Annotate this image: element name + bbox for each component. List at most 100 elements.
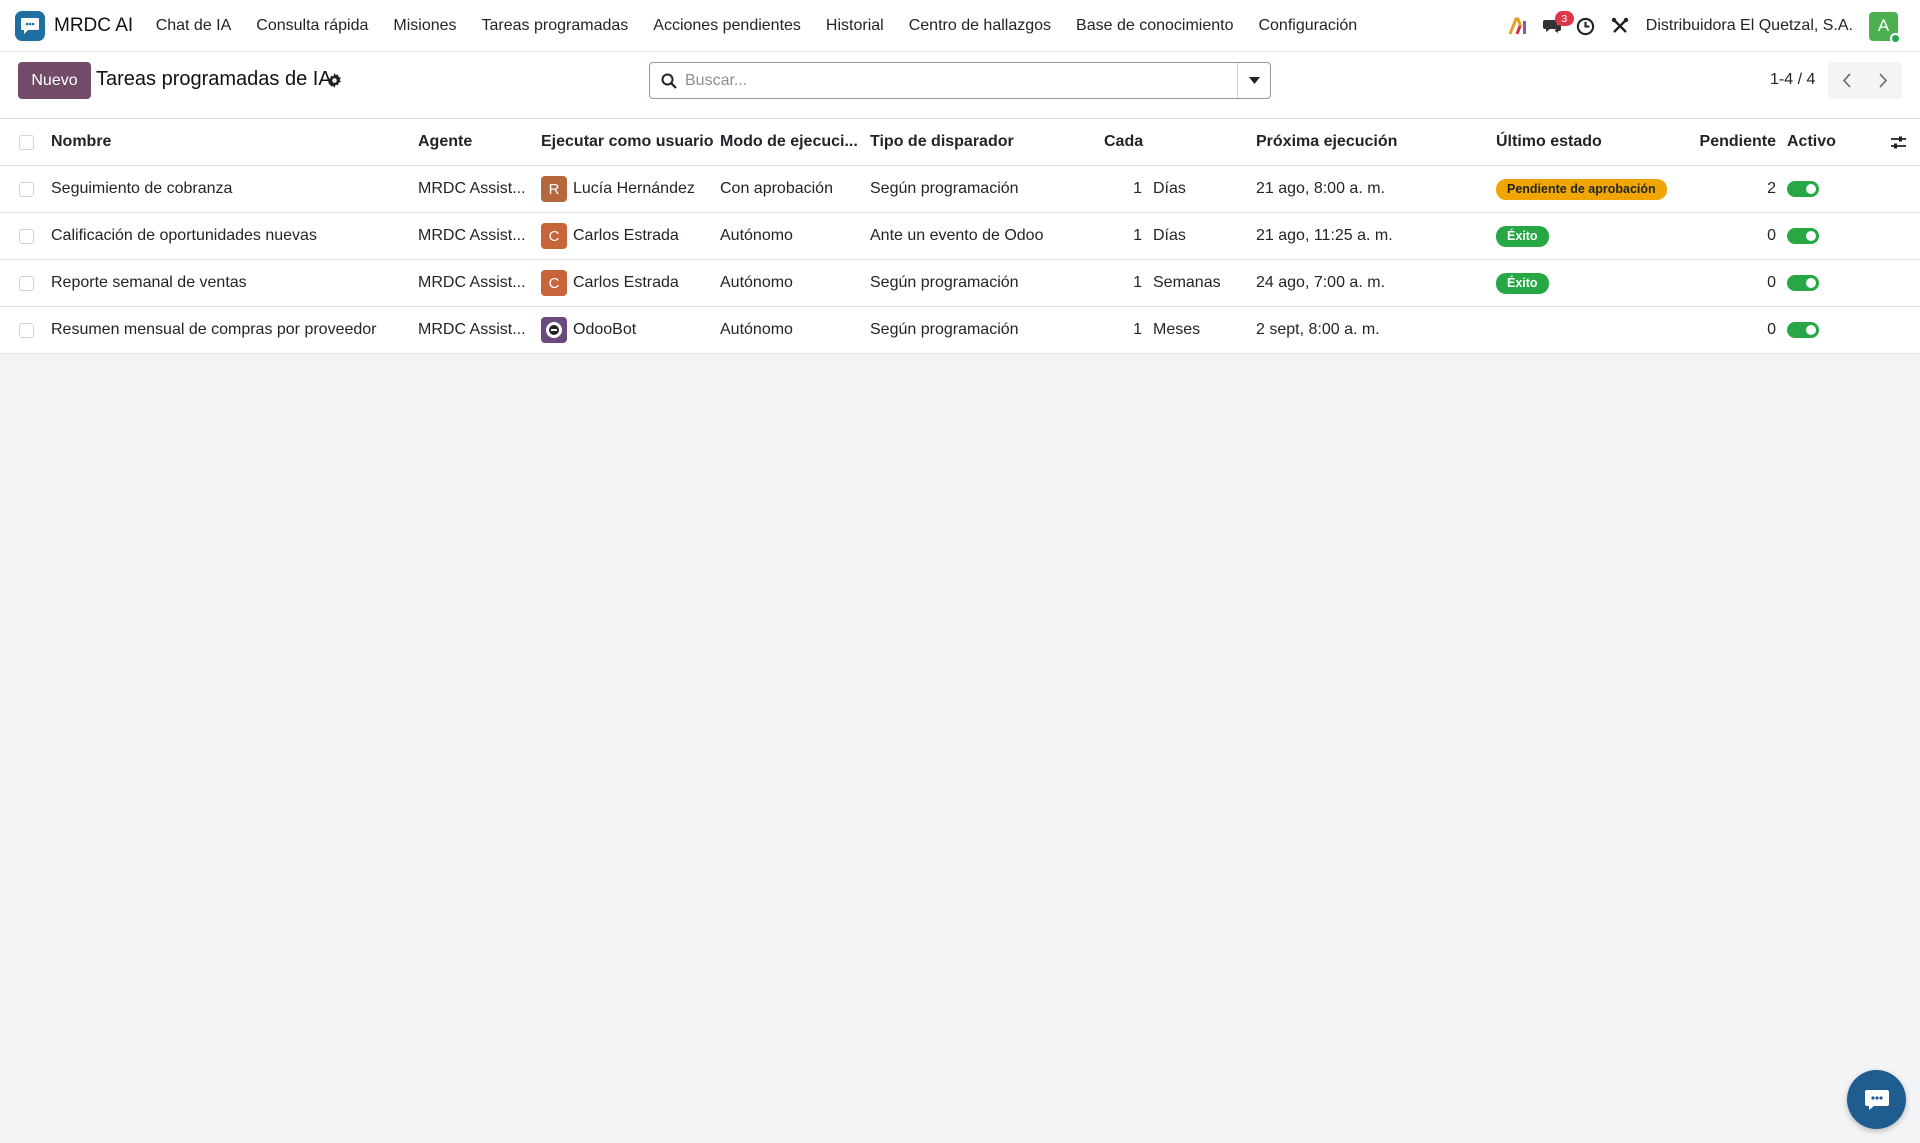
active-cell	[1787, 166, 1837, 212]
agent-name: MRDC Assist...	[418, 321, 526, 338]
row-checkbox[interactable]	[19, 276, 34, 291]
next-run: 24 ago, 7:00 a. m.	[1256, 274, 1385, 291]
task-name[interactable]: Calificación de oportunidades nuevas	[51, 213, 411, 259]
search-bar	[649, 62, 1271, 99]
menu-item-chat-ia[interactable]: Chat de IA	[143, 17, 244, 35]
column-header-run-as[interactable]: Ejecutar como usuario	[541, 119, 713, 165]
last-status-cell: Éxito	[1496, 260, 1686, 306]
user-avatar[interactable]: A	[1869, 11, 1901, 44]
last-status-cell: Pendiente de aprobación	[1496, 166, 1686, 212]
table-row[interactable]: Seguimiento de cobranza MRDC Assist... R…	[0, 166, 1920, 213]
chat-icon[interactable]: 3	[1535, 0, 1574, 52]
status-badge: Éxito	[1496, 272, 1549, 294]
interval-unit: Semanas	[1153, 274, 1221, 291]
agent-cell: MRDC Assist...	[418, 166, 533, 212]
table-row[interactable]: Reporte semanal de ventas MRDC Assist...…	[0, 260, 1920, 307]
pager-value[interactable]: 1-4 / 4	[1770, 71, 1815, 89]
app-logo-icon[interactable]	[15, 10, 45, 41]
next-run: 2 sept, 8:00 a. m.	[1256, 321, 1380, 338]
column-header-every[interactable]: Cada	[1104, 119, 1194, 165]
column-header-pending[interactable]: Pendiente	[1690, 119, 1776, 165]
row-checkbox[interactable]	[19, 229, 34, 244]
systray: 3 Distribuidora El Quetzal, S.A. A	[1501, 0, 1920, 52]
run-as-user-cell[interactable]: C Carlos Estrada	[541, 213, 713, 259]
menu-item-consulta-rapida[interactable]: Consulta rápida	[244, 17, 381, 35]
menu-item-centro-hallazgos[interactable]: Centro de hallazgos	[896, 17, 1063, 35]
agent-cell: MRDC Assist...	[418, 213, 533, 259]
menu-item-configuracion[interactable]: Configuración	[1246, 17, 1370, 35]
active-toggle[interactable]	[1787, 275, 1819, 291]
column-header-mode[interactable]: Modo de ejecuci...	[720, 119, 865, 165]
last-status-cell	[1496, 307, 1686, 353]
optional-columns-icon[interactable]	[1890, 119, 1910, 165]
table-row[interactable]: Calificación de oportunidades nuevas MRD…	[0, 213, 1920, 260]
execution-mode: Con aprobación	[720, 180, 833, 197]
status-badge: Éxito	[1496, 225, 1549, 247]
active-toggle[interactable]	[1787, 228, 1819, 244]
clock-icon[interactable]	[1569, 0, 1603, 52]
chevron-right-icon	[1879, 73, 1888, 88]
column-header-active[interactable]: Activo	[1787, 119, 1867, 165]
run-as-user-cell[interactable]: C Carlos Estrada	[541, 260, 713, 306]
menu-item-acciones-pendientes[interactable]: Acciones pendientes	[641, 17, 814, 35]
row-checkbox[interactable]	[19, 323, 34, 338]
agent-cell: MRDC Assist...	[418, 260, 533, 306]
pending-count: 2	[1767, 180, 1776, 197]
user-avatar: C	[541, 270, 567, 296]
run-as-user-cell[interactable]: OdooBot	[541, 307, 713, 353]
select-all-checkbox[interactable]	[19, 135, 34, 150]
status-badge: Pendiente de aprobación	[1496, 178, 1667, 200]
pager-next-button[interactable]	[1865, 62, 1902, 99]
menu-item-tareas-programadas[interactable]: Tareas programadas	[469, 17, 641, 35]
list-view: Nombre Agente Ejecutar como usuario Modo…	[0, 118, 1920, 354]
agent-cell: MRDC Assist...	[418, 307, 533, 353]
active-cell	[1787, 307, 1837, 353]
gear-icon[interactable]	[327, 73, 342, 93]
trigger-type: Según programación	[870, 180, 1019, 197]
menu-item-historial[interactable]: Historial	[813, 17, 896, 35]
task-name[interactable]: Resumen mensual de compras por proveedor	[51, 307, 411, 353]
page-title: Tareas programadas de IA	[96, 68, 332, 90]
column-header-trigger[interactable]: Tipo de disparador	[870, 119, 1090, 165]
user-avatar-initial: A	[1877, 16, 1890, 35]
ai-icon[interactable]	[1501, 0, 1535, 52]
company-switcher[interactable]: Distribuidora El Quetzal, S.A.	[1646, 17, 1853, 35]
search-input[interactable]	[685, 71, 1225, 90]
active-cell	[1787, 213, 1837, 259]
chevron-left-icon	[1842, 73, 1851, 88]
new-button[interactable]: Nuevo	[18, 62, 91, 99]
search-options-toggle[interactable]	[1237, 63, 1270, 98]
menu-item-misiones[interactable]: Misiones	[381, 17, 469, 35]
row-checkbox[interactable]	[19, 182, 34, 197]
active-toggle[interactable]	[1787, 322, 1819, 338]
online-status-dot	[1890, 32, 1901, 44]
trigger-type: Ante un evento de Odoo	[870, 227, 1044, 244]
pager-previous-button[interactable]	[1828, 62, 1865, 99]
task-name[interactable]: Reporte semanal de ventas	[51, 260, 411, 306]
active-toggle[interactable]	[1787, 181, 1819, 197]
task-name[interactable]: Seguimiento de cobranza	[51, 166, 411, 212]
next-run: 21 ago, 8:00 a. m.	[1256, 180, 1385, 197]
last-status-cell: Éxito	[1496, 213, 1686, 259]
column-header-last-status[interactable]: Último estado	[1496, 119, 1656, 165]
column-header-next-run[interactable]: Próxima ejecución	[1256, 119, 1476, 165]
interval-unit: Días	[1153, 227, 1186, 244]
table-header: Nombre Agente Ejecutar como usuario Modo…	[0, 119, 1920, 166]
pending-count: 0	[1767, 227, 1776, 244]
interval-number: 1	[1133, 274, 1142, 291]
active-cell	[1787, 260, 1837, 306]
app-name[interactable]: MRDC AI	[54, 15, 133, 37]
execution-mode: Autónomo	[720, 227, 793, 244]
execution-mode: Autónomo	[720, 321, 793, 338]
ai-chat-launcher-button[interactable]	[1847, 1070, 1906, 1129]
column-header-agent[interactable]: Agente	[418, 119, 533, 165]
run-as-user-cell[interactable]: R Lucía Hernández	[541, 166, 713, 212]
menu-item-base-conocimiento[interactable]: Base de conocimiento	[1064, 17, 1246, 35]
chat-bubble-icon	[1864, 1089, 1889, 1110]
column-header-name[interactable]: Nombre	[51, 119, 411, 165]
pending-count: 0	[1767, 274, 1776, 291]
table-row[interactable]: Resumen mensual de compras por proveedor…	[0, 307, 1920, 354]
next-run: 21 ago, 11:25 a. m.	[1256, 227, 1393, 244]
tools-icon[interactable]	[1603, 0, 1637, 52]
top-navbar: MRDC AI Chat de IA Consulta rápida Misio…	[0, 0, 1920, 52]
